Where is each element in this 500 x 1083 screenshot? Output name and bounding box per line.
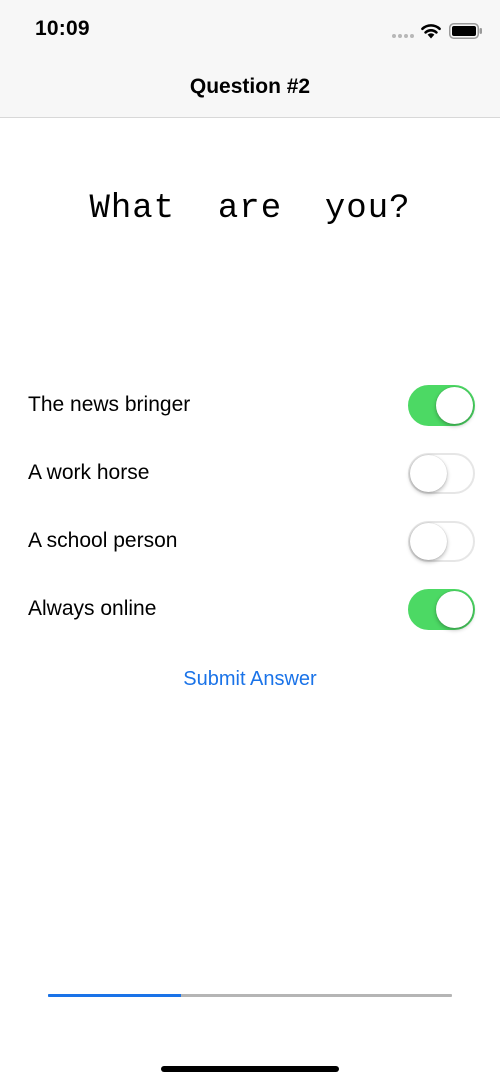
page-title: Question #2 xyxy=(189,75,311,98)
option-toggle[interactable] xyxy=(408,453,475,494)
wifi-icon xyxy=(421,24,441,39)
status-bar: 10:09 xyxy=(0,0,500,60)
option-label: A work horse xyxy=(28,461,150,484)
toggle-knob xyxy=(410,455,447,492)
option-row: The news bringer xyxy=(0,372,500,440)
option-row: Always online xyxy=(0,576,500,644)
question-text: What are you? xyxy=(89,190,411,228)
option-toggle[interactable] xyxy=(408,521,475,562)
option-toggle[interactable] xyxy=(408,589,475,630)
home-indicator[interactable] xyxy=(161,1066,339,1072)
signal-dots-icon xyxy=(392,34,416,38)
battery-icon xyxy=(449,23,482,39)
submit-answer-button[interactable]: Submit Answer xyxy=(150,662,350,696)
toggle-knob xyxy=(410,523,447,560)
option-label: Always online xyxy=(28,597,157,620)
toggle-knob xyxy=(436,591,473,628)
progress-bar xyxy=(48,994,452,997)
option-label: A school person xyxy=(28,529,178,552)
top-bar: 10:09 Question #2 xyxy=(0,0,500,118)
option-label: The news bringer xyxy=(28,393,191,416)
status-time: 10:09 xyxy=(35,17,90,40)
progress-fill xyxy=(48,994,182,997)
option-row: A school person xyxy=(0,508,500,576)
toggle-knob xyxy=(436,387,473,424)
option-row: A work horse xyxy=(0,440,500,508)
options-list: The news bringer A work horse A school p… xyxy=(0,372,500,644)
option-toggle[interactable] xyxy=(408,385,475,426)
